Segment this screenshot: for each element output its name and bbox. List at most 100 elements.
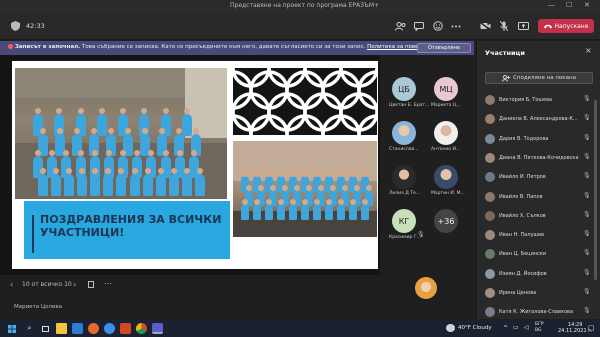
person-head bbox=[190, 150, 197, 156]
participant-row[interactable]: Катя К. Жигалова-Славкова 🎙 bbox=[485, 306, 591, 318]
person-head bbox=[290, 199, 296, 205]
gallery-tile[interactable]: Антонио И... bbox=[431, 121, 461, 152]
search-icon[interactable]: ⌕ bbox=[24, 323, 35, 334]
person-head bbox=[362, 171, 368, 177]
maximize-button[interactable]: ☐ bbox=[566, 1, 572, 9]
participant-row[interactable]: Даниела В. Александрова-К... 🎙 bbox=[485, 113, 591, 125]
notifications-icon[interactable]: ▢ bbox=[588, 324, 595, 332]
person-figure bbox=[253, 204, 261, 220]
participant-avatar bbox=[485, 152, 495, 163]
mic-off-icon[interactable] bbox=[497, 20, 511, 32]
participant-row[interactable]: Виктория Б. Тошева 🎙 bbox=[485, 94, 591, 106]
person-figure bbox=[155, 174, 166, 196]
mic-off-icon: 🎙 bbox=[583, 288, 591, 295]
recording-banner: Записът е започнал. Това събрание се зап… bbox=[0, 41, 474, 55]
recording-icon bbox=[8, 44, 13, 49]
mic-off-icon: 🎙 bbox=[583, 133, 591, 141]
close-icon[interactable]: × bbox=[585, 46, 592, 55]
participants-panel: Участници × Споделяне на покана Виктория… bbox=[476, 41, 600, 319]
participant-name: Катя К. Жигалова-Славкова bbox=[499, 309, 574, 316]
participant-avatar bbox=[485, 172, 495, 183]
task-view-icon[interactable] bbox=[40, 323, 51, 334]
person-head bbox=[314, 171, 320, 177]
participant-row[interactable]: Иван Н. Палушев 🎙 bbox=[485, 229, 591, 241]
weather[interactable]: 40°F Cloudy bbox=[458, 325, 492, 331]
participant-row[interactable]: Диана В. Петкова-Кочидовска 🎙 bbox=[485, 152, 591, 164]
person-head bbox=[91, 150, 98, 156]
teams-icon[interactable] bbox=[152, 323, 163, 334]
more-options-icon[interactable] bbox=[449, 20, 463, 32]
dismiss-button[interactable]: Отхвърляне bbox=[417, 43, 471, 53]
more-participants-tile[interactable]: +36 bbox=[431, 209, 461, 233]
tray-chevron-icon[interactable]: ^ bbox=[503, 325, 508, 332]
participant-row[interactable]: Иван Ц. Бецински 🎙 bbox=[485, 248, 591, 260]
person-figure bbox=[241, 204, 249, 220]
mic-off-icon: 🎙 bbox=[583, 95, 591, 102]
participant-row[interactable]: Изиян Д. Йосифов 🎙 bbox=[485, 268, 591, 280]
participant-avatar bbox=[485, 210, 495, 221]
participant-row[interactable]: Ивайло И. Петров 🎙 bbox=[485, 171, 591, 183]
powerpoint-icon[interactable] bbox=[120, 323, 131, 334]
tile-name: Цветан Б. Брат... bbox=[389, 103, 430, 108]
meeting-toolbar: 42:33 Напускане bbox=[0, 13, 600, 40]
leave-button[interactable]: Напускане bbox=[538, 19, 594, 33]
close-window-button[interactable]: ✕ bbox=[584, 1, 590, 9]
person-head bbox=[242, 199, 248, 205]
network-icon[interactable]: ▭ bbox=[513, 324, 519, 331]
person-head bbox=[302, 171, 308, 177]
person-head bbox=[282, 185, 288, 191]
chevron-right-icon[interactable]: › bbox=[73, 280, 76, 289]
person-head bbox=[98, 108, 105, 114]
firefox-icon[interactable] bbox=[88, 323, 99, 334]
copy-icon[interactable] bbox=[88, 281, 94, 288]
reactions-icon[interactable] bbox=[431, 20, 445, 32]
chrome-icon[interactable] bbox=[136, 323, 147, 334]
gallery-tile[interactable]: МЦ Мариета Ц... bbox=[431, 77, 461, 108]
minimize-button[interactable]: — bbox=[548, 1, 555, 9]
gallery-tile[interactable]: Мартин И. М... bbox=[431, 165, 465, 196]
volume-icon[interactable]: ◁ bbox=[524, 324, 529, 331]
person-figure bbox=[103, 174, 114, 196]
share-screen-icon[interactable] bbox=[516, 20, 530, 32]
camera-off-icon[interactable] bbox=[478, 20, 492, 32]
gallery-tile[interactable]: ЦБ Цветан Б. Брат... bbox=[389, 77, 430, 108]
more-icon[interactable]: ⋯ bbox=[104, 279, 112, 288]
tile-name: Лилия Д Те... bbox=[389, 191, 421, 196]
file-explorer-icon[interactable] bbox=[56, 323, 67, 334]
person-head bbox=[125, 128, 131, 134]
avatar bbox=[392, 121, 416, 145]
gallery-tile[interactable]: Станислав... bbox=[389, 121, 419, 152]
word-icon[interactable] bbox=[72, 323, 83, 334]
windows-start-icon[interactable] bbox=[6, 323, 17, 334]
tile-name: Антонио И... bbox=[431, 147, 461, 152]
recording-started-label: Записът е започнал. bbox=[15, 44, 81, 50]
participant-row[interactable]: Дария В. Тодорова 🎙 bbox=[485, 133, 591, 145]
person-figure bbox=[337, 204, 345, 220]
edge-icon[interactable] bbox=[104, 323, 115, 334]
person-head bbox=[162, 150, 169, 156]
scrollbar[interactable] bbox=[594, 100, 597, 280]
participant-row[interactable]: Ивайло Х. Сълков 🎙 bbox=[485, 210, 591, 222]
slide-counter: 10 от всичко 10 bbox=[22, 281, 72, 288]
person-figure bbox=[129, 174, 140, 196]
chevron-left-icon[interactable]: ‹ bbox=[10, 280, 13, 289]
self-view-avatar bbox=[415, 277, 437, 299]
chat-icon[interactable] bbox=[412, 20, 426, 32]
mic-off-icon: 🎙 bbox=[417, 231, 425, 238]
person-figure bbox=[181, 174, 192, 196]
person-head bbox=[266, 171, 272, 177]
share-invite-button[interactable]: Споделяне на покана bbox=[485, 72, 593, 84]
mic-off-icon: 🎙 bbox=[583, 172, 591, 180]
language-indicator[interactable]: БГР BG bbox=[535, 322, 544, 334]
tile-name: Мартин И. М... bbox=[431, 191, 465, 196]
person-head bbox=[294, 185, 300, 191]
mic-off-icon: 🎙 bbox=[583, 230, 591, 238]
participants-icon[interactable] bbox=[393, 20, 407, 32]
participant-row[interactable]: Ивайло В. Папов 🎙 bbox=[485, 191, 591, 203]
participant-avatar bbox=[485, 307, 495, 318]
gallery-tile[interactable]: КГ Красимир Г... bbox=[389, 209, 421, 240]
participant-name: Даниела В. Александрова-К... bbox=[499, 116, 578, 123]
gallery-tile[interactable]: Лилия Д Те... bbox=[389, 165, 421, 196]
person-head bbox=[35, 108, 41, 114]
participant-row[interactable]: Ирена Ценова 🎙 bbox=[485, 287, 591, 299]
